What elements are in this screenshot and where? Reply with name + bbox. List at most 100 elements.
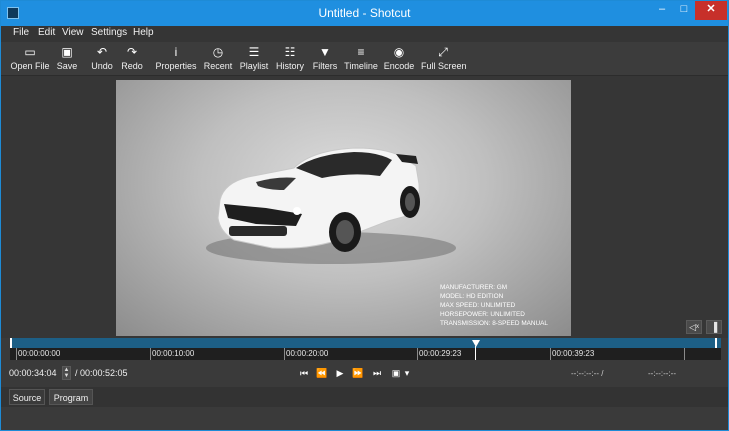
history-button[interactable]: ☷ History (274, 44, 306, 71)
major-tick (550, 348, 551, 360)
undo-button[interactable]: ↶ Undo (88, 44, 116, 71)
scrub-bar[interactable] (10, 338, 721, 348)
fast-forward-button[interactable]: ⏩ (352, 367, 364, 380)
history-icon: ☷ (284, 45, 296, 59)
mute-icon: ◁ˣ (689, 322, 699, 332)
close-button[interactable]: ✕ (695, 1, 727, 20)
out-marker[interactable] (715, 338, 717, 348)
title-bar: Untitled - Shotcut – □ ✕ (1, 1, 728, 26)
video-specs-overlay: MANUFACTURER: GM MODEL: HD EDITION MAX S… (440, 283, 548, 328)
save-icon: ▣ (61, 45, 73, 59)
properties-label: Properties (155, 61, 197, 71)
open-file-icon: ▭ (24, 45, 36, 59)
timeline-label: Timeline (344, 61, 378, 71)
minimize-button[interactable]: – (651, 1, 673, 20)
save-button[interactable]: ▣ Save (53, 44, 81, 71)
major-tick (150, 348, 151, 360)
spec-line: MANUFACTURER: GM (440, 284, 508, 291)
maximize-button[interactable]: □ (673, 1, 695, 20)
menu-file[interactable]: File (13, 27, 29, 38)
recent-icon: ◷ (212, 45, 224, 59)
rewind-icon: ⏪ (316, 368, 328, 378)
shotcut-window: Untitled - Shotcut – □ ✕ File Edit View … (0, 0, 729, 431)
spec-line: TRANSMISSION: 8-SPEED MANUAL (440, 320, 548, 327)
open-file-button[interactable]: ▭ Open File (10, 44, 50, 71)
volume-button[interactable]: ▐ (706, 320, 722, 334)
filters-button[interactable]: ▼ Filters (310, 44, 340, 71)
position-spinner[interactable]: ▲ ▼ (62, 366, 71, 380)
tick-label: 00:00:00:00 (18, 349, 61, 358)
recent-label: Recent (203, 61, 233, 71)
playlist-icon: ☰ (248, 45, 260, 59)
duration-timecode: / 00:00:52:05 (75, 368, 128, 378)
tick-label: 00:00:20:00 (286, 349, 329, 358)
tab-program[interactable]: Program (49, 389, 93, 405)
skip-to-end-icon: ⏭ (372, 368, 382, 378)
position-timecode[interactable]: 00:00:34:04 (9, 367, 57, 380)
mute-button[interactable]: ◁ˣ (686, 320, 702, 334)
spec-line: MAX SPEED: UNLIMITED (440, 302, 516, 309)
properties-icon: i (174, 45, 178, 59)
spec-line: HORSEPOWER: UNLIMITED (440, 311, 525, 318)
open-file-label: Open File (10, 61, 50, 71)
full-screen-icon: ⤢ (438, 45, 448, 59)
timeline-button[interactable]: ≡ Timeline (344, 44, 378, 71)
timecode-ruler[interactable]: 00:00:00:00 00:00:10:00 00:00:20:00 00:0… (10, 348, 721, 360)
rewind-button[interactable]: ⏪ (316, 367, 328, 380)
zoom-icon: ▣ (391, 368, 401, 378)
tick-label: 00:00:39:23 (552, 349, 595, 358)
full-screen-label: Full Screen (421, 61, 467, 71)
zoom-dropdown-icon: ▾ (404, 368, 410, 378)
menu-bar: File Edit View Settings Help (1, 26, 728, 43)
zoom-button[interactable]: ▣ (390, 367, 402, 380)
major-tick (417, 348, 418, 360)
properties-button[interactable]: i Properties (153, 44, 199, 71)
encode-button[interactable]: ◉ Encode (383, 44, 415, 71)
play-icon: ▶ (336, 368, 344, 378)
window-title: Untitled - Shotcut (318, 6, 411, 20)
main-toolbar: ▭ Open File ▣ Save ↶ Undo ↷ Redo i Prope… (1, 42, 728, 76)
history-label: History (275, 61, 304, 71)
menu-help[interactable]: Help (133, 27, 154, 38)
playhead-line (475, 346, 476, 360)
undo-label: Undo (91, 61, 113, 71)
spec-line: MODEL: HD EDITION (440, 293, 504, 300)
full-screen-button[interactable]: ⤢ Full Screen (421, 44, 467, 71)
major-tick (284, 348, 285, 360)
out-point-timecode: --:--:--:-- (648, 369, 676, 378)
skip-to-start-button[interactable]: ⏮ (298, 367, 310, 380)
playlist-button[interactable]: ☰ Playlist (238, 44, 270, 71)
redo-button[interactable]: ↷ Redo (118, 44, 146, 71)
major-tick (16, 348, 17, 360)
fast-forward-icon: ⏩ (352, 368, 364, 378)
video-frame[interactable]: MANUFACTURER: GM MODEL: HD EDITION MAX S… (116, 80, 571, 336)
timeline-icon: ≡ (357, 45, 365, 59)
spin-down-icon[interactable]: ▼ (63, 373, 70, 379)
undo-icon: ↶ (96, 45, 108, 59)
encode-label: Encode (383, 61, 415, 71)
in-marker[interactable] (10, 338, 12, 348)
in-point-timecode: --:--:--:-- / (571, 369, 604, 378)
zoom-dropdown[interactable]: ▾ (402, 367, 412, 380)
recent-button[interactable]: ◷ Recent (202, 44, 234, 71)
redo-icon: ↷ (126, 45, 138, 59)
skip-to-start-icon: ⏮ (299, 368, 309, 378)
status-area (1, 407, 728, 430)
menu-edit[interactable]: Edit (38, 27, 55, 38)
filters-label: Filters (312, 61, 338, 71)
playlist-label: Playlist (239, 61, 269, 71)
play-button[interactable]: ▶ (334, 367, 346, 380)
viewer-tabs (1, 387, 728, 407)
menu-view[interactable]: View (62, 27, 84, 38)
menu-settings[interactable]: Settings (91, 27, 127, 38)
major-tick (684, 348, 685, 360)
skip-to-end-button[interactable]: ⏭ (371, 367, 383, 380)
save-label: Save (56, 61, 78, 71)
encode-icon: ◉ (393, 45, 405, 59)
tick-label: 00:00:29:23 (419, 349, 462, 358)
tick-label: 00:00:10:00 (152, 349, 195, 358)
tab-source[interactable]: Source (9, 389, 45, 405)
playhead-handle[interactable] (472, 340, 480, 347)
filters-icon: ▼ (319, 45, 331, 59)
volume-icon: ▐ (710, 322, 718, 332)
